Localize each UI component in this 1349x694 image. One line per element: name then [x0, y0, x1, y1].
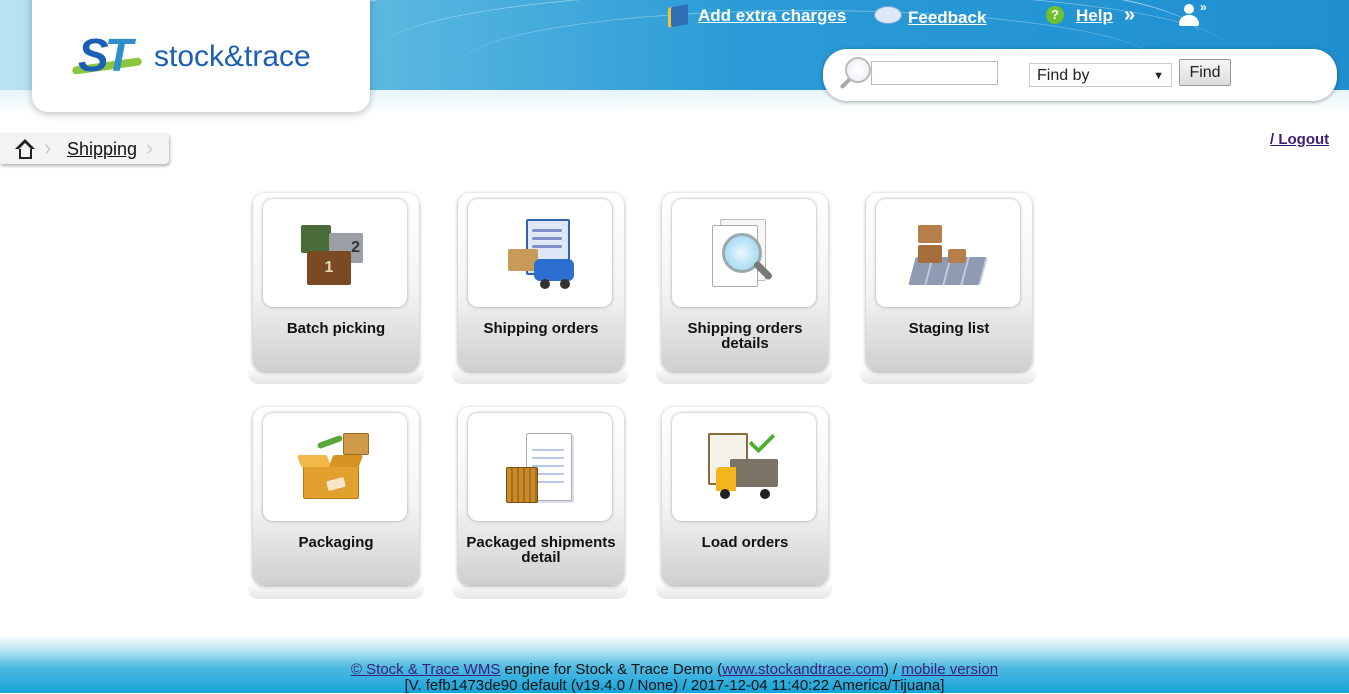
logout-link[interactable]: / Logout: [1270, 131, 1329, 148]
tile-icon-frame: [468, 413, 612, 521]
website-link[interactable]: www.stockandtrace.com: [722, 661, 884, 678]
tile-icon-frame: 2 1: [263, 199, 407, 307]
clipboard-cart-icon: [504, 219, 576, 291]
add-extra-charges-link[interactable]: Add extra charges: [698, 6, 846, 26]
logo[interactable]: ST stock&trace: [71, 0, 324, 102]
tile-label: Shipping orders: [483, 320, 599, 337]
footer-version: [V. fefb1473de90 default (v19.4.0 / None…: [404, 677, 945, 694]
tile-staging-list[interactable]: Staging list: [866, 193, 1032, 371]
find-button[interactable]: Find: [1179, 59, 1231, 86]
crate-document-icon: [504, 433, 576, 505]
breadcrumb-separator: ›: [146, 135, 154, 160]
logo-mark: ST: [78, 29, 133, 81]
dropdown-arrow-icon: ▼: [1153, 70, 1164, 82]
tile-label: Staging list: [908, 320, 990, 337]
tile-shipping-orders[interactable]: Shipping orders: [458, 193, 624, 371]
tile-icon-frame: [672, 199, 816, 307]
tile-packaging[interactable]: Packaging: [253, 407, 419, 585]
help-icon: ?: [1046, 6, 1064, 24]
tile-reflection: [248, 370, 424, 384]
tile-icon-frame: [672, 413, 816, 521]
magnifier-icon: [837, 57, 873, 93]
tile-reflection: [452, 585, 628, 599]
footer-engine-text: engine for Stock & Trace Demo (: [500, 661, 723, 678]
feedback-link[interactable]: Feedback: [908, 8, 986, 28]
tile-reflection: [860, 370, 1036, 384]
home-icon[interactable]: [14, 139, 36, 159]
tile-shipping-orders-details[interactable]: Shipping orders details: [662, 193, 828, 371]
logo-panel: ST stock&trace: [32, 0, 370, 112]
truck-checklist-icon: [708, 426, 780, 505]
tile-icon-frame: [876, 199, 1020, 307]
tile-icon-frame: [468, 199, 612, 307]
tile-load-orders[interactable]: Load orders: [662, 407, 828, 585]
open-box-icon: [296, 433, 371, 505]
footer-info: © Stock & Trace WMS engine for Stock & T…: [0, 661, 1349, 678]
tile-icon-frame: [263, 413, 407, 521]
tile-label: Packaged shipments detail: [466, 534, 616, 566]
tile-reflection: [452, 370, 628, 384]
breadcrumb-separator: ›: [44, 135, 52, 160]
boxes-icon: 2 1: [299, 219, 371, 291]
tile-reflection: [656, 585, 832, 599]
footer-separator: ) /: [883, 661, 902, 678]
user-menu-arrow[interactable]: »: [1200, 0, 1207, 14]
breadcrumb-shipping[interactable]: Shipping: [67, 139, 137, 160]
copyright-link[interactable]: © Stock & Trace WMS: [351, 661, 500, 678]
tile-packaged-shipments-detail[interactable]: Packaged shipments detail: [458, 407, 624, 585]
tile-reflection: [656, 370, 832, 384]
search-bar: Find by ▼ Find: [823, 49, 1337, 101]
user-icon[interactable]: [1178, 4, 1200, 26]
tile-reflection: [248, 585, 424, 599]
tile-batch-picking[interactable]: 2 1 Batch picking: [253, 193, 419, 371]
document-magnifier-icon: [708, 219, 780, 291]
logo-text: stock&trace: [154, 40, 311, 73]
book-icon: [668, 4, 688, 28]
tile-label: Load orders: [701, 534, 789, 551]
speech-bubble-icon: [874, 6, 902, 24]
find-by-label: Find by: [1037, 67, 1090, 84]
find-by-select[interactable]: Find by ▼: [1029, 63, 1172, 87]
help-link[interactable]: Help: [1076, 6, 1113, 26]
breadcrumb: › Shipping ›: [0, 133, 169, 164]
mobile-version-link[interactable]: mobile version: [901, 661, 998, 678]
search-input[interactable]: [871, 61, 998, 85]
tile-label: Batch picking: [286, 320, 386, 337]
tile-label: Packaging: [298, 534, 374, 551]
pallet-grid-icon: [908, 219, 988, 291]
tile-label: Shipping orders details: [687, 320, 803, 352]
help-more-arrow[interactable]: »: [1124, 4, 1135, 27]
